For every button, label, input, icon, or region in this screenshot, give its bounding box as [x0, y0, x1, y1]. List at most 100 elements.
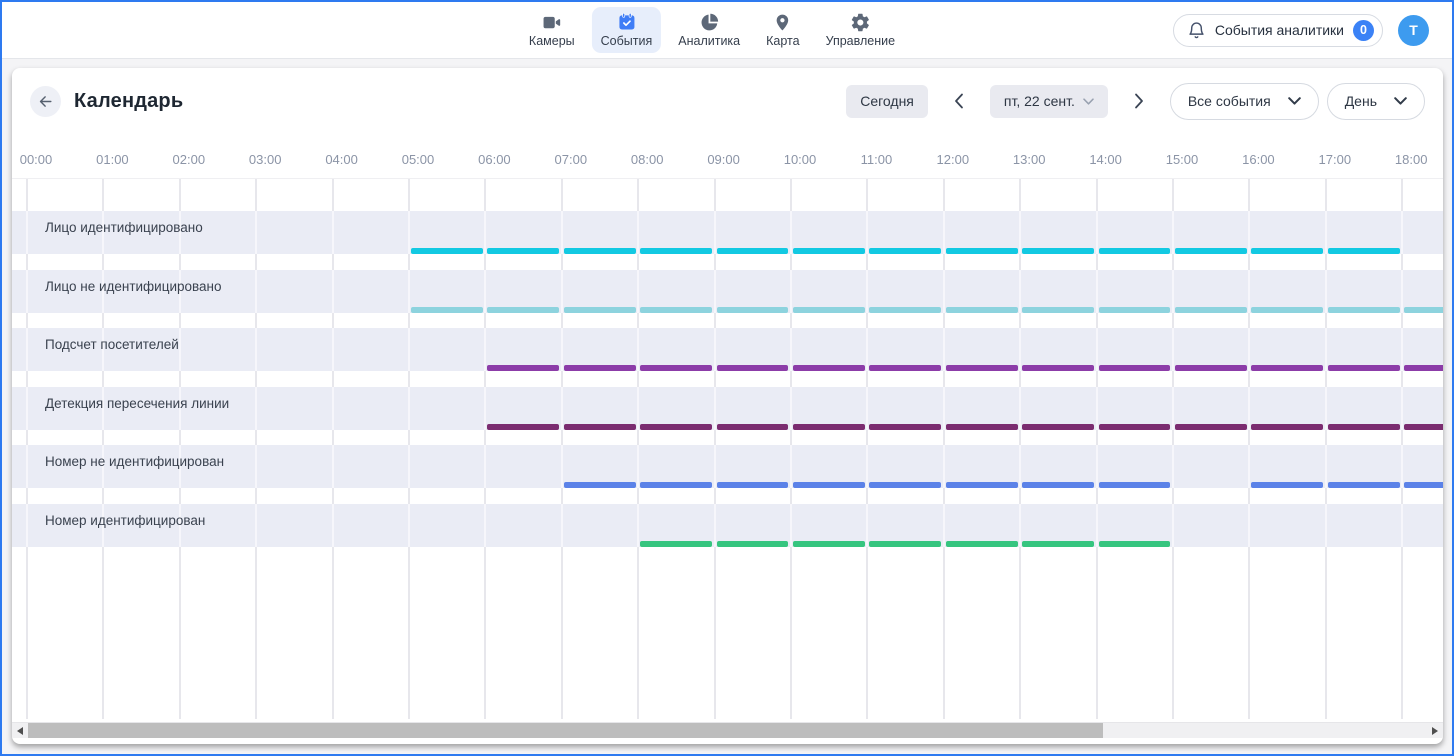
event-bar-segment[interactable] — [564, 424, 636, 430]
event-bar-segment[interactable] — [869, 424, 941, 430]
event-bar-segment[interactable] — [1251, 482, 1323, 488]
scroll-left-arrow[interactable] — [17, 727, 23, 735]
event-bar-segment[interactable] — [411, 307, 483, 313]
event-bar-segment[interactable] — [1099, 424, 1171, 430]
event-bar-segment[interactable] — [793, 307, 865, 313]
event-bar-segment[interactable] — [1022, 424, 1094, 430]
event-bar-segment[interactable] — [1022, 307, 1094, 313]
date-selector[interactable]: пт, 22 сент. — [990, 85, 1108, 118]
hour-label: 06:00 — [478, 152, 511, 167]
event-bar-segment[interactable] — [793, 248, 865, 254]
event-bar-segment[interactable] — [869, 248, 941, 254]
map-pin-icon — [773, 12, 792, 32]
event-bar-segment[interactable] — [1175, 248, 1247, 254]
event-bar-segment[interactable] — [946, 541, 1018, 547]
event-bar-segment[interactable] — [1328, 424, 1400, 430]
prev-day-button[interactable] — [948, 85, 970, 118]
event-bar-segment[interactable] — [1328, 248, 1400, 254]
event-bar-segment[interactable] — [487, 424, 559, 430]
event-bar-segment[interactable] — [869, 541, 941, 547]
event-bar-segment[interactable] — [640, 482, 712, 488]
nav-item-cameras[interactable]: Камеры — [520, 7, 584, 53]
event-bar-segment[interactable] — [1022, 248, 1094, 254]
event-bar-segment[interactable] — [564, 482, 636, 488]
event-bar-segment[interactable] — [946, 307, 1018, 313]
event-bar-segment[interactable] — [487, 307, 559, 313]
event-bar-segment[interactable] — [640, 248, 712, 254]
event-bar-segment[interactable] — [869, 307, 941, 313]
app-window: Камеры События Аналитика — [0, 0, 1454, 756]
event-bar-segment[interactable] — [793, 482, 865, 488]
event-bar-segment[interactable] — [640, 541, 712, 547]
scale-dropdown[interactable]: День — [1327, 83, 1425, 120]
event-bar-segment[interactable] — [1099, 307, 1171, 313]
event-bar-segment[interactable] — [1404, 365, 1443, 371]
event-bar-segment[interactable] — [717, 307, 789, 313]
nav-item-analytics[interactable]: Аналитика — [669, 7, 749, 53]
event-bar-segment[interactable] — [946, 424, 1018, 430]
today-button[interactable]: Сегодня — [846, 85, 928, 118]
event-bar-segment[interactable] — [564, 365, 636, 371]
event-bar-segment[interactable] — [717, 541, 789, 547]
event-bar-segment[interactable] — [869, 482, 941, 488]
event-bar-segment[interactable] — [564, 307, 636, 313]
event-bar-segment[interactable] — [1022, 365, 1094, 371]
event-bar-segment[interactable] — [1251, 248, 1323, 254]
band-tick — [1248, 504, 1250, 547]
event-bar-segment[interactable] — [1099, 365, 1171, 371]
analytics-events-button[interactable]: События аналитики 0 — [1173, 14, 1383, 47]
event-bar-segment[interactable] — [717, 365, 789, 371]
event-bar-segment[interactable] — [564, 248, 636, 254]
event-bar-segment[interactable] — [411, 248, 483, 254]
event-bar-segment[interactable] — [717, 482, 789, 488]
event-bar-segment[interactable] — [640, 307, 712, 313]
band-tick — [561, 270, 563, 313]
event-bar-segment[interactable] — [1099, 541, 1171, 547]
next-day-button[interactable] — [1128, 85, 1150, 118]
event-bar-segment[interactable] — [1328, 307, 1400, 313]
event-bar-segment[interactable] — [793, 365, 865, 371]
event-bar-segment[interactable] — [1022, 541, 1094, 547]
event-bar-segment[interactable] — [717, 248, 789, 254]
event-bar-segment[interactable] — [717, 424, 789, 430]
event-bar-segment[interactable] — [793, 424, 865, 430]
nav-item-events[interactable]: События — [592, 7, 662, 53]
event-bar-segment[interactable] — [1175, 365, 1247, 371]
event-bar-segment[interactable] — [1404, 424, 1443, 430]
event-bar-segment[interactable] — [1175, 424, 1247, 430]
event-bar-segment[interactable] — [1404, 307, 1443, 313]
event-bar-segment[interactable] — [946, 365, 1018, 371]
event-bar-segment[interactable] — [487, 248, 559, 254]
event-bar-segment[interactable] — [1328, 365, 1400, 371]
back-button[interactable] — [30, 86, 61, 117]
nav-item-map[interactable]: Карта — [757, 7, 808, 53]
nav-item-management[interactable]: Управление — [817, 7, 905, 53]
event-bar-segment[interactable] — [793, 541, 865, 547]
event-bar-segment[interactable] — [1022, 482, 1094, 488]
user-avatar[interactable]: T — [1398, 15, 1429, 46]
event-bar-segment[interactable] — [1251, 424, 1323, 430]
scrollbar-thumb[interactable] — [28, 723, 1103, 738]
event-bar-segment[interactable] — [1251, 307, 1323, 313]
event-bar-segment[interactable] — [1099, 248, 1171, 254]
scroll-right-arrow[interactable] — [1432, 727, 1438, 735]
event-bar-segment[interactable] — [946, 482, 1018, 488]
band-tick — [332, 504, 334, 547]
band-tick — [1172, 445, 1174, 488]
band-tick — [408, 270, 410, 313]
arrow-left-icon — [37, 93, 54, 110]
event-bar-segment[interactable] — [1099, 482, 1171, 488]
event-bar-segment[interactable] — [1175, 307, 1247, 313]
timeline-grid[interactable]: Лицо идентифицированоЛицо не идентифицир… — [12, 178, 1443, 719]
band-tick — [332, 211, 334, 254]
event-bar-segment[interactable] — [946, 248, 1018, 254]
event-bar-segment[interactable] — [640, 365, 712, 371]
event-bar-segment[interactable] — [487, 365, 559, 371]
horizontal-scrollbar[interactable] — [12, 722, 1443, 738]
event-bar-segment[interactable] — [869, 365, 941, 371]
events-filter-dropdown[interactable]: Все события — [1170, 83, 1319, 120]
event-bar-segment[interactable] — [640, 424, 712, 430]
event-bar-segment[interactable] — [1328, 482, 1400, 488]
event-bar-segment[interactable] — [1404, 482, 1443, 488]
event-bar-segment[interactable] — [1251, 365, 1323, 371]
